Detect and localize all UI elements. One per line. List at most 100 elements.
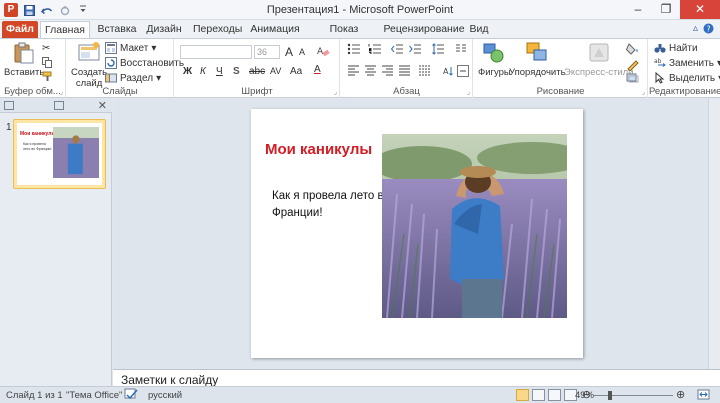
shapes-button[interactable]: Фигуры <box>478 41 511 78</box>
font-launcher-icon[interactable]: ⌟ <box>334 88 337 96</box>
ribbon-help-controls: ▵ ? <box>693 23 714 37</box>
change-case-button[interactable]: Aa <box>290 66 302 77</box>
normal-view-button[interactable] <box>516 389 529 401</box>
select-button[interactable]: Выделить▾ <box>654 72 720 84</box>
slide-body-text[interactable]: Как я провела лето во Франции! <box>272 188 392 222</box>
panel-close-icon[interactable]: ✕ <box>98 99 107 112</box>
clipboard-launcher-icon[interactable]: ⌟ <box>60 88 63 96</box>
copy-icon[interactable] <box>42 57 53 71</box>
decrease-indent-icon[interactable] <box>390 43 404 58</box>
layout-icon <box>105 42 117 54</box>
tab-home[interactable]: Главная <box>40 21 90 39</box>
text-direction-icon[interactable]: A <box>442 65 454 80</box>
thumbnail-title: Мои каникулы <box>20 131 56 137</box>
align-center-icon[interactable] <box>364 65 377 79</box>
binoculars-icon <box>654 44 666 53</box>
zoom-slider-thumb[interactable] <box>608 391 613 400</box>
slide-title[interactable]: Мои каникулы <box>265 141 372 158</box>
justify-icon[interactable] <box>398 65 411 79</box>
font-name-combo[interactable] <box>180 45 252 59</box>
bold-button[interactable]: Ж <box>183 66 192 77</box>
strikethrough-button[interactable]: abc <box>249 66 265 77</box>
theme-name[interactable]: "Тема Office" <box>66 390 122 401</box>
shrink-font-icon[interactable]: A <box>299 47 305 57</box>
replace-icon: ab <box>654 58 666 67</box>
shape-outline-icon[interactable] <box>626 59 640 74</box>
reset-icon <box>105 57 117 69</box>
shape-effects-icon[interactable] <box>626 73 640 86</box>
notes-placeholder[interactable]: Заметки к слайду <box>121 373 218 387</box>
paragraph-launcher-icon[interactable]: ⌟ <box>467 88 470 96</box>
bullets-icon[interactable] <box>347 43 361 58</box>
outline-tab-icon[interactable] <box>54 101 64 110</box>
find-button[interactable]: Найти <box>654 42 698 54</box>
numbering-icon[interactable] <box>368 43 382 58</box>
tab-animation[interactable]: Анимация <box>249 21 301 38</box>
text-shadow-button[interactable]: S <box>233 66 240 77</box>
quick-styles-button[interactable]: Экспресс-стили <box>564 41 633 78</box>
slide-thumbnail[interactable]: Мои каникулы Как я провела лето во Франц… <box>13 119 106 189</box>
font-size-combo[interactable]: 36 <box>254 45 280 59</box>
paste-icon <box>14 42 34 64</box>
slides-panel: ✕ 1 Мои каникулы Как я провела лето во Ф… <box>0 99 112 386</box>
underline-button[interactable]: Ч <box>216 66 223 77</box>
slides-tab-icon[interactable] <box>4 101 14 110</box>
tab-slideshow[interactable]: Показ слайдов <box>308 21 380 52</box>
language-indicator[interactable]: русский <box>148 390 182 401</box>
restore-button[interactable]: ❐ <box>652 0 680 19</box>
increase-indent-icon[interactable] <box>409 43 422 58</box>
minimize-button[interactable]: – <box>624 0 652 19</box>
tab-design[interactable]: Дизайн <box>144 21 184 38</box>
arrange-button[interactable]: Упорядочить <box>509 41 566 78</box>
new-slide-button[interactable]: Создать слайд <box>71 41 107 89</box>
clear-formatting-icon[interactable]: A <box>317 45 330 60</box>
help-icon[interactable]: ? <box>703 23 714 37</box>
vertical-scrollbar[interactable] <box>708 99 720 369</box>
layout-button[interactable]: Макет ▾ <box>105 42 156 54</box>
format-painter-icon[interactable] <box>42 71 53 85</box>
group-editing: Найти ab Заменить▾ Выделить▾ Редактирова… <box>649 39 720 98</box>
fit-to-window-icon[interactable] <box>697 388 710 403</box>
slide-sorter-view-button[interactable] <box>532 389 545 401</box>
zoom-out-icon[interactable]: ⊖ <box>582 388 591 401</box>
thumbnail-photo <box>53 127 99 178</box>
replace-button[interactable]: ab Заменить ▾ <box>654 57 720 69</box>
title-bar: P Презентация1 - Microsoft PowerPoint – … <box>0 0 720 20</box>
select-icon <box>655 72 665 84</box>
align-left-icon[interactable] <box>347 65 360 79</box>
tab-file[interactable]: Файл <box>2 21 38 38</box>
window-title: Презентация1 - Microsoft PowerPoint <box>266 4 454 16</box>
svg-text:A: A <box>443 67 449 76</box>
spellcheck-icon[interactable] <box>124 388 138 403</box>
columns-icon[interactable] <box>455 43 467 58</box>
tab-review[interactable]: Рецензирование <box>383 21 465 38</box>
italic-button[interactable]: К <box>200 66 206 77</box>
paste-button[interactable]: Вставить <box>4 41 44 78</box>
slide-counter: Слайд 1 из 1 <box>6 390 63 401</box>
slides-group-label: Слайды <box>102 86 138 97</box>
tab-view[interactable]: Вид <box>468 21 490 38</box>
slide-photo[interactable] <box>382 134 567 318</box>
drawing-launcher-icon[interactable]: ⌟ <box>642 88 645 96</box>
grow-font-icon[interactable]: A <box>285 45 293 59</box>
zoom-in-icon[interactable]: ⊕ <box>676 388 685 401</box>
reset-button[interactable]: Восстановить <box>105 57 184 69</box>
font-color-button[interactable]: A <box>314 64 321 75</box>
zoom-slider-track[interactable] <box>593 395 673 396</box>
align-text-icon[interactable] <box>457 65 469 80</box>
shape-fill-icon[interactable] <box>625 43 640 58</box>
slide-canvas[interactable]: Мои каникулы Как я провела лето во Франц… <box>251 109 583 358</box>
line-spacing-icon[interactable] <box>432 43 445 58</box>
align-right-icon[interactable] <box>381 65 394 79</box>
group-clipboard: Вставить ✂ Буфер обм... ⌟ <box>0 39 66 98</box>
distribute-icon[interactable] <box>418 65 431 79</box>
tab-transitions[interactable]: Переходы <box>193 21 242 38</box>
char-spacing-button[interactable]: AV <box>270 66 281 76</box>
section-button[interactable]: Раздел ▾ <box>105 72 161 84</box>
notes-pane[interactable]: Заметки к слайду <box>113 369 720 387</box>
tab-insert[interactable]: Вставка <box>96 21 138 38</box>
reading-view-button[interactable] <box>548 389 561 401</box>
close-button[interactable]: ✕ <box>680 0 720 19</box>
cut-icon[interactable]: ✂ <box>42 43 50 54</box>
ribbon-collapse-icon[interactable]: ▵ <box>693 23 698 37</box>
